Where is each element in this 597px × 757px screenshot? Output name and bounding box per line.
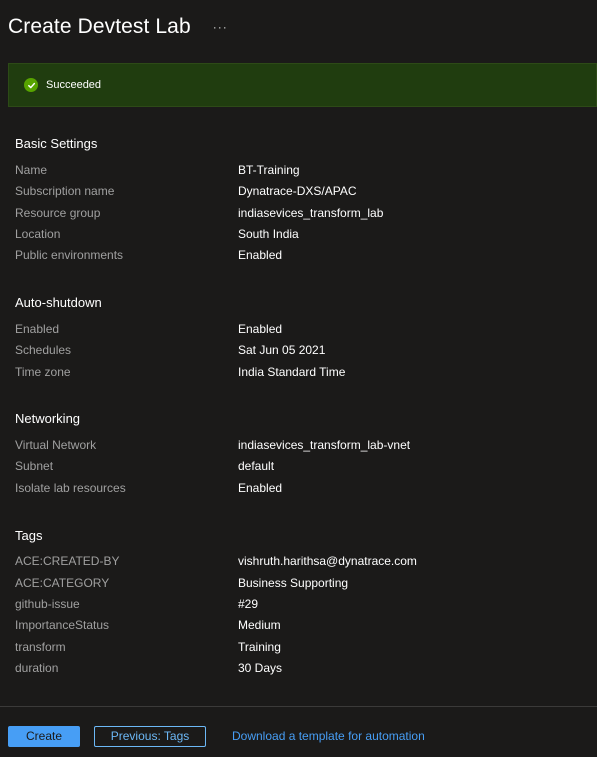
row-value: Medium	[238, 618, 281, 632]
row-label: Resource group	[15, 206, 101, 220]
summary-row: Time zone India Standard Time	[15, 365, 575, 383]
row-value: vishruth.harithsa@dynatrace.com	[238, 554, 417, 568]
row-label: Name	[15, 163, 48, 177]
row-value: indiasevices_transform_lab	[238, 206, 384, 220]
row-label: Subscription name	[15, 184, 115, 198]
summary-row: Virtual Network indiasevices_transform_la…	[15, 438, 575, 456]
section-title-auto-shutdown: Auto-shutdown	[15, 295, 102, 310]
row-label: transform	[15, 640, 66, 654]
row-label: Isolate lab resources	[15, 481, 126, 495]
row-label: Enabled	[15, 322, 60, 336]
summary-row: Schedules Sat Jun 05 2021	[15, 343, 575, 361]
row-value: #29	[238, 597, 259, 611]
row-label: duration	[15, 661, 59, 675]
previous-tags-button[interactable]: Previous: Tags	[94, 725, 206, 747]
row-label: github-issue	[15, 597, 80, 611]
footer-divider	[0, 706, 597, 707]
row-value: India Standard Time	[238, 365, 346, 379]
summary-row: Location South India	[15, 227, 575, 245]
row-value: Sat Jun 05 2021	[238, 343, 326, 357]
row-label: ImportanceStatus	[15, 618, 110, 632]
summary-row: duration 30 Days	[15, 661, 575, 679]
row-value: Enabled	[238, 248, 283, 262]
summary-row: ImportanceStatus Medium	[15, 618, 575, 636]
row-label: Public environments	[15, 248, 124, 262]
row-value: Business Supporting	[238, 576, 349, 590]
row-label: Schedules	[15, 343, 72, 357]
summary-row: ACE:CREATED-BY vishruth.harithsa@dynatrac…	[15, 554, 575, 572]
summary-row: Name BT-Training	[15, 163, 575, 181]
status-message: Succeeded	[46, 79, 102, 91]
summary-row: Subnet default	[15, 459, 575, 477]
summary-row: Public environments Enabled	[15, 248, 575, 266]
row-value: BT-Training	[238, 163, 300, 177]
page-header: Create Devtest Lab ···	[8, 12, 228, 42]
row-label: Subnet	[15, 459, 54, 473]
footer-actions: Create Previous: Tags Download a templat…	[8, 725, 425, 747]
checkmark-icon	[27, 82, 35, 88]
row-value: default	[238, 459, 275, 473]
create-button[interactable]: Create	[8, 725, 80, 747]
row-value: Training	[238, 640, 281, 654]
row-value: indiasevices_transform_lab-vnet	[238, 438, 411, 452]
summary-row: Subscription name Dynatrace-DXS/APAC	[15, 184, 575, 202]
row-label: Time zone	[15, 365, 71, 379]
row-label: ACE:CATEGORY	[15, 576, 110, 590]
status-banner: Succeeded	[8, 63, 597, 107]
more-options-button[interactable]: ···	[213, 20, 228, 34]
row-value: 30 Days	[238, 661, 283, 675]
page-title: Create Devtest Lab	[8, 15, 191, 38]
row-label: Virtual Network	[15, 438, 97, 452]
section-title-networking: Networking	[15, 411, 81, 426]
summary-row: Isolate lab resources Enabled	[15, 481, 575, 499]
summary-row: github-issue #29	[15, 597, 575, 615]
row-label: ACE:CREATED-BY	[15, 554, 120, 568]
summary-row: Enabled Enabled	[15, 322, 575, 340]
summary-row: transform Training	[15, 640, 575, 658]
row-value: Enabled	[238, 481, 283, 495]
download-template-link[interactable]: Download a template for automation	[232, 729, 425, 743]
summary-row: ACE:CATEGORY Business Supporting	[15, 576, 575, 594]
row-label: Location	[15, 227, 61, 241]
row-value: Dynatrace-DXS/APAC	[238, 184, 357, 198]
row-value: South India	[238, 227, 299, 241]
checkmark-circle-icon	[24, 78, 38, 92]
section-title-tags: Tags	[15, 528, 43, 543]
summary-row: Resource group indiasevices_transform_lab	[15, 206, 575, 224]
section-title-basic-settings: Basic Settings	[15, 136, 98, 151]
row-value: Enabled	[238, 322, 283, 336]
